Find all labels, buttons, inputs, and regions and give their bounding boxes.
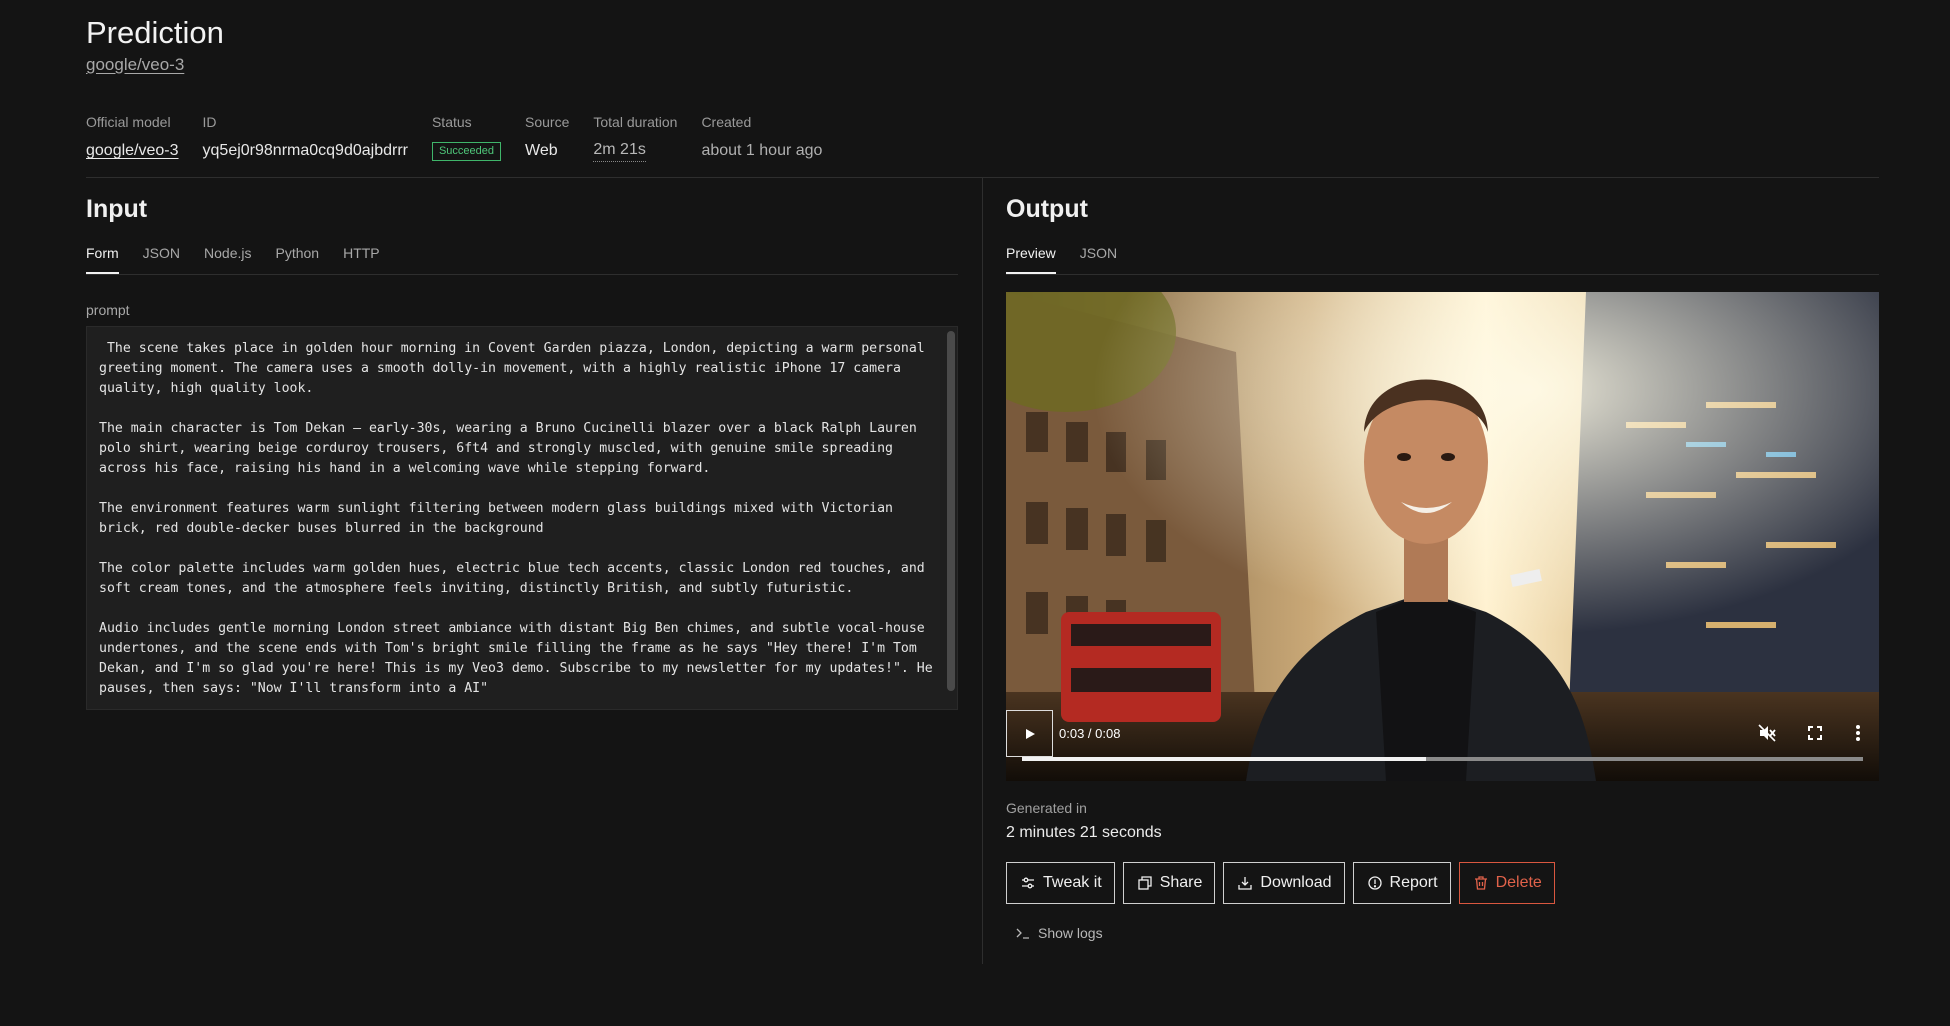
more-vertical-icon — [1856, 725, 1860, 741]
meta-official-model: Official model google/veo-3 — [86, 114, 179, 162]
tab-json[interactable]: JSON — [143, 243, 180, 274]
prediction-page: Prediction google/veo-3 Official model g… — [86, 0, 1879, 1026]
generated-value: 2 minutes 21 seconds — [1006, 824, 1162, 841]
meta-duration: Total duration 2m 21s — [593, 114, 677, 162]
terminal-icon — [1016, 928, 1029, 939]
download-button[interactable]: Download — [1223, 862, 1345, 904]
page-title: Prediction — [86, 15, 224, 50]
delete-label: Delete — [1495, 874, 1542, 891]
meta-label: Source — [525, 114, 570, 130]
muted-icon — [1758, 724, 1776, 742]
trash-icon — [1474, 876, 1487, 890]
tab-python[interactable]: Python — [275, 243, 319, 274]
alert-circle-icon — [1367, 876, 1382, 890]
mute-button[interactable] — [1758, 724, 1776, 745]
share-label: Share — [1159, 874, 1203, 891]
tab-http[interactable]: HTTP — [343, 243, 380, 274]
tweak-label: Tweak it — [1043, 874, 1102, 891]
show-logs-toggle[interactable]: Show logs — [1016, 925, 1103, 941]
play-button[interactable] — [1006, 710, 1053, 757]
model-link[interactable]: google/veo-3 — [86, 55, 184, 75]
meta-source: Source Web — [525, 114, 569, 162]
meta-created: Created about 1 hour ago — [701, 114, 822, 162]
meta-label: Official model — [86, 114, 171, 130]
video-progress-fill — [1022, 757, 1426, 761]
prediction-id: yq5ej0r98nrma0cq9d0ajbdrrr — [202, 142, 408, 159]
sliders-icon — [1022, 877, 1034, 889]
video-progress-bar[interactable] — [1022, 757, 1863, 761]
video-time: 0:03 / 0:08 — [1059, 726, 1121, 741]
prompt-textarea[interactable]: The scene takes place in golden hour mor… — [86, 326, 958, 710]
meta-label: Total duration — [593, 114, 678, 130]
tab-preview[interactable]: Preview — [1006, 243, 1056, 274]
video-player[interactable]: 0:03 / 0:08 — [1006, 292, 1879, 781]
tweak-button[interactable]: Tweak it — [1006, 862, 1115, 904]
delete-button[interactable]: Delete — [1458, 862, 1555, 904]
generated-label: Generated in — [1006, 800, 1087, 816]
duration-value[interactable]: 2m 21s — [593, 140, 646, 162]
play-icon — [1025, 728, 1035, 739]
column-divider — [982, 178, 983, 964]
output-heading: Output — [1006, 195, 1088, 223]
tab-form[interactable]: Form — [86, 243, 119, 274]
meta-id: ID yq5ej0r98nrma0cq9d0ajbdrrr — [203, 114, 408, 162]
input-heading: Input — [86, 195, 148, 223]
action-buttons: Tweak it Share Download Report Delete — [1006, 862, 1563, 904]
metadata-row: Official model google/veo-3 ID yq5ej0r98… — [86, 114, 846, 162]
created-value: about 1 hour ago — [701, 142, 823, 159]
prompt-text: The scene takes place in golden hour mor… — [99, 341, 933, 696]
status-badge: Succeeded — [431, 142, 502, 161]
meta-label: ID — [202, 114, 217, 130]
fullscreen-icon — [1808, 726, 1822, 740]
download-label: Download — [1260, 874, 1332, 891]
fullscreen-button[interactable] — [1807, 725, 1823, 744]
prompt-label: prompt — [86, 302, 130, 318]
report-button[interactable]: Report — [1352, 862, 1451, 904]
report-label: Report — [1389, 874, 1438, 891]
source-value: Web — [525, 142, 558, 159]
copy-icon — [1138, 876, 1152, 890]
show-logs-label: Show logs — [1038, 925, 1103, 941]
meta-status: Status Succeeded — [431, 114, 502, 162]
tab-output-json[interactable]: JSON — [1080, 243, 1117, 274]
share-button[interactable]: Share — [1122, 862, 1216, 904]
more-options-button[interactable] — [1855, 724, 1861, 745]
official-model-link[interactable]: google/veo-3 — [86, 140, 179, 162]
input-tabs: Form JSON Node.js Python HTTP — [86, 243, 958, 275]
video-frame — [1006, 292, 1879, 781]
meta-label: Status — [431, 114, 472, 130]
tab-nodejs[interactable]: Node.js — [204, 243, 251, 274]
meta-label: Created — [701, 114, 752, 130]
download-icon — [1238, 877, 1253, 890]
prompt-scrollbar[interactable] — [947, 331, 955, 691]
output-tabs: Preview JSON — [1006, 243, 1879, 275]
